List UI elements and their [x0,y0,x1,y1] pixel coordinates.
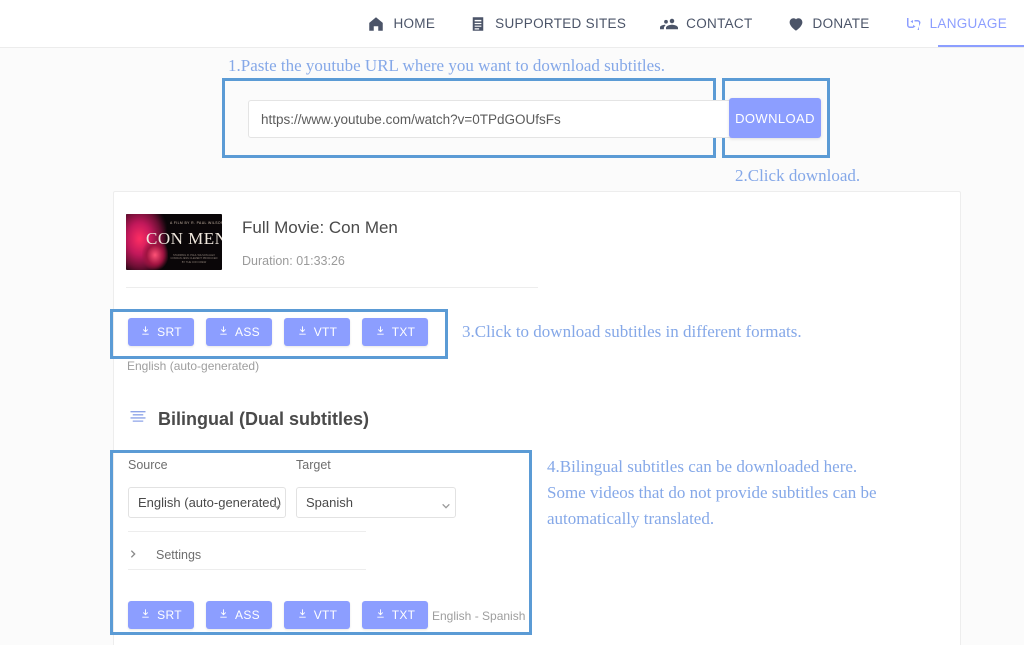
settings-label: Settings [156,547,202,562]
caption-language-label: English (auto-generated) [127,359,260,373]
annotation-step-3: 3.Click to download subtitles in differe… [462,322,802,341]
source-language-select[interactable]: English (auto-generated) [128,487,286,518]
nav-item-donate[interactable]: DONATE [770,0,887,48]
bilingual-format-buttons-row: SRT ASS VTT TXT [128,601,428,629]
download-icon [297,608,308,622]
annotation-step-4-line-3: automatically translated. [547,509,715,528]
download-icon [140,608,151,622]
divider [126,287,538,288]
bilingual-pair-label: English - Spanish [432,609,526,623]
bilingual-download-vtt-label: VTT [313,608,338,622]
download-txt-button[interactable]: TXT [362,318,428,346]
video-duration: Duration: 01:33:26 [242,254,345,268]
download-srt-label: SRT [157,325,182,339]
bilingual-download-srt-label: SRT [157,608,182,622]
download-vtt-button[interactable]: VTT [284,318,350,346]
download-icon [375,325,386,339]
format-buttons-row: SRT ASS VTT TXT [128,318,428,346]
nav-item-contact[interactable]: CONTACT [643,0,769,48]
result-card: A FILM BY R. PAUL WILSON CON MEN STARRIN… [113,191,961,645]
nav-item-home[interactable]: HOME [350,0,452,48]
document-icon [469,15,487,33]
download-srt-button[interactable]: SRT [128,318,194,346]
nav-item-language[interactable]: LANGUAGE [887,0,1024,48]
bilingual-download-txt-button[interactable]: TXT [362,601,428,629]
download-icon [218,608,229,622]
annotation-step-2: 2.Click download. [735,166,861,185]
nav-item-donate-label: DONATE [812,15,870,31]
nav-item-contact-label: CONTACT [686,15,753,31]
bilingual-download-vtt-button[interactable]: VTT [284,601,350,629]
thumbnail-credits-text: STARRING R. PAUL WILSON ALEX CONRAN JESS… [170,254,218,264]
bilingual-heading: Bilingual (Dual subtitles) [158,409,370,429]
url-input[interactable] [248,100,808,138]
heart-icon [787,15,805,33]
target-label: Target [296,458,331,472]
nav-item-supported-sites[interactable]: SUPPORTED SITES [452,0,643,48]
annotation-step-4-line-2: Some videos that do not provide subtitle… [547,483,877,502]
page-root: HOME SUPPORTED SITES CONTACT DONATE LANG [0,0,1024,645]
annotation-step-4-line-1: 4.Bilingual subtitles can be downloaded … [547,457,858,476]
bilingual-heading-row: Bilingual (Dual subtitles) [129,408,369,431]
download-icon [140,325,151,339]
nav-active-underline [938,45,1024,47]
bilingual-download-txt-label: TXT [391,608,416,622]
source-label: Source [128,458,168,472]
video-title: Full Movie: Con Men [242,218,398,237]
bilingual-download-ass-label: ASS [235,608,260,622]
divider [128,531,366,532]
download-button[interactable]: DOWNLOAD [729,98,821,138]
translate-icon [904,15,922,33]
nav-item-language-label: LANGUAGE [929,15,1007,31]
video-meta: Full Movie: Con Men Duration: 01:33:26 [242,214,398,268]
settings-accordion[interactable]: Settings [128,540,366,569]
download-ass-label: ASS [235,325,260,339]
people-icon [660,15,679,33]
divider [128,569,366,570]
download-icon [218,325,229,339]
bilingual-download-srt-button[interactable]: SRT [128,601,194,629]
download-icon [375,608,386,622]
download-icon [297,325,308,339]
thumbnail-title-text: CON MEN [146,229,222,248]
thumbnail-top-text: A FILM BY R. PAUL WILSON [170,221,222,225]
download-ass-button[interactable]: ASS [206,318,272,346]
nav-item-supported-sites-label: SUPPORTED SITES [495,15,627,31]
subtitles-icon [129,408,147,431]
nav-item-home-label: HOME [393,15,436,31]
top-navigation-bar: HOME SUPPORTED SITES CONTACT DONATE LANG [0,0,1024,48]
annotation-step-1: 1.Paste the youtube URL where you want t… [228,56,666,75]
home-icon [367,15,385,33]
chevron-right-icon [128,546,138,564]
download-vtt-label: VTT [313,325,338,339]
target-language-select[interactable]: Spanish [296,487,456,518]
bilingual-download-ass-button[interactable]: ASS [206,601,272,629]
video-info-row: A FILM BY R. PAUL WILSON CON MEN STARRIN… [126,214,398,270]
download-txt-label: TXT [391,325,416,339]
video-thumbnail: A FILM BY R. PAUL WILSON CON MEN STARRIN… [126,214,222,270]
